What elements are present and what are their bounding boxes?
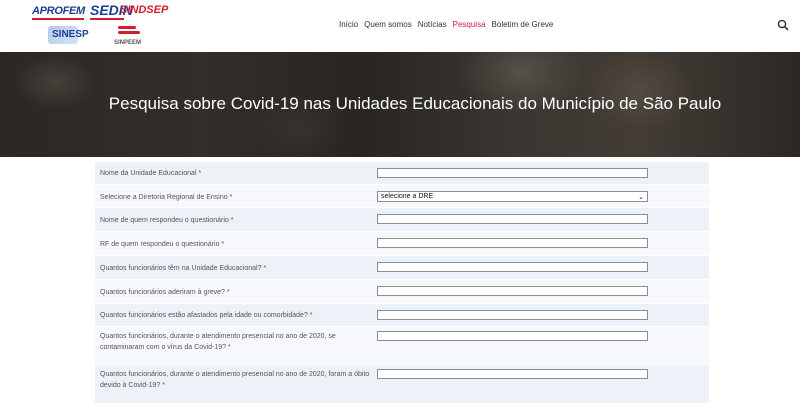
form-row: Quantos funcionários, durante o atendime…	[95, 365, 709, 404]
required-asterisk: *	[309, 312, 313, 319]
field-label-text: RF de quem respondeu o questionário	[100, 241, 220, 248]
field-label: Nome de quem respondeu o questionário *	[100, 215, 370, 226]
text-input[interactable]	[377, 168, 648, 178]
field-label: Quantos funcionários aderiram à greve? *	[100, 287, 370, 298]
text-input[interactable]	[377, 310, 648, 320]
field-label-text: Selecione a Diretoria Regional de Ensino	[100, 194, 228, 201]
field-label: RF de quem respondeu o questionário *	[100, 239, 370, 250]
partner-logos[interactable]: APROFEM SEDIN SINDSEP SINESP SINPEEM	[28, 2, 168, 50]
search-icon[interactable]	[775, 17, 791, 33]
main-nav: Início Quem somos Notícias Pesquisa Boletim …	[339, 19, 559, 33]
required-asterisk: *	[162, 382, 166, 389]
form-row: RF de quem respondeu o questionário *	[95, 232, 709, 256]
sindsep-logo: SINDSEP	[120, 4, 169, 16]
sinpeem-logo-mark	[118, 26, 140, 38]
nav-item-in-cio[interactable]: Início	[339, 19, 358, 33]
nav-item-not-cias[interactable]: Notícias	[418, 19, 447, 33]
field-label: Quantos funcionários estão afastados pel…	[100, 310, 370, 321]
form-row: Quantos funcionários estão afastados pel…	[95, 304, 709, 327]
form-row: Selecione a Diretoria Regional de Ensino…	[95, 185, 709, 208]
dre-select-value: selecione a DRE	[381, 193, 434, 200]
survey-form: Nome da Unidade Educacional * Selecione a…	[95, 162, 709, 404]
required-asterisk: *	[221, 241, 225, 248]
nav-item-boletim-de-greve[interactable]: Boletim de Greve	[492, 19, 554, 33]
sinpeem-logo: SINPEEM	[114, 40, 142, 46]
required-asterisk: *	[198, 170, 202, 177]
form-row: Nome de quem respondeu o questionário *	[95, 208, 709, 232]
form-row: Quantos funcionários têm na Unidade Educ…	[95, 256, 709, 280]
field-label-text: Quantos funcionários têm na Unidade Educ…	[100, 265, 262, 272]
field-label-text: Nome da Unidade Educacional	[100, 170, 197, 177]
field-label: Quantos funcionários, durante o atendime…	[100, 331, 370, 353]
text-input[interactable]	[377, 214, 648, 224]
nav-item-pesquisa[interactable]: Pesquisa	[453, 19, 486, 33]
required-asterisk: *	[228, 344, 231, 351]
text-input[interactable]	[377, 262, 648, 272]
field-label: Nome da Unidade Educacional *	[100, 168, 370, 179]
required-asterisk: *	[226, 289, 230, 296]
page-title: Pesquisa sobre Covid-19 nas Unidades Edu…	[108, 94, 722, 113]
field-label-text: Quantos funcionários estão afastados pel…	[100, 312, 308, 319]
text-input[interactable]	[377, 369, 648, 379]
required-asterisk: *	[229, 194, 233, 201]
field-label-text: Quantos funcionários, durante o atendime…	[100, 333, 336, 351]
required-asterisk: *	[263, 265, 267, 272]
sinesp-logo: SINESP	[52, 29, 89, 40]
required-asterisk: *	[230, 217, 234, 224]
text-input[interactable]	[377, 286, 648, 296]
dre-select[interactable]: selecione a DRE ⌄	[377, 191, 648, 202]
form-row: Quantos funcionários aderiram à greve? *	[95, 280, 709, 304]
site-header: APROFEM SEDIN SINDSEP SINESP SINPEEM Iní…	[0, 0, 800, 52]
text-input[interactable]	[377, 238, 648, 248]
field-label-text: Nome de quem respondeu o questionário	[100, 217, 229, 224]
chevron-down-icon: ⌄	[638, 194, 644, 201]
field-label-text: Quantos funcionários, durante o atendime…	[100, 371, 370, 389]
field-label: Quantos funcionários, durante o atendime…	[100, 369, 370, 391]
field-label-text: Quantos funcionários aderiram à greve?	[100, 289, 225, 296]
form-row: Quantos funcionários, durante o atendime…	[95, 327, 709, 365]
field-label: Quantos funcionários têm na Unidade Educ…	[100, 263, 370, 274]
field-label: Selecione a Diretoria Regional de Ensino…	[100, 192, 370, 203]
form-row: Nome da Unidade Educacional *	[95, 162, 709, 185]
aprofem-logo-text: APROFEM	[32, 5, 85, 17]
text-input[interactable]	[377, 331, 648, 341]
aprofem-logo: APROFEM	[32, 5, 85, 20]
nav-item-quem-somos[interactable]: Quem somos	[364, 19, 412, 33]
hero-banner: Pesquisa sobre Covid-19 nas Unidades Edu…	[0, 52, 800, 157]
